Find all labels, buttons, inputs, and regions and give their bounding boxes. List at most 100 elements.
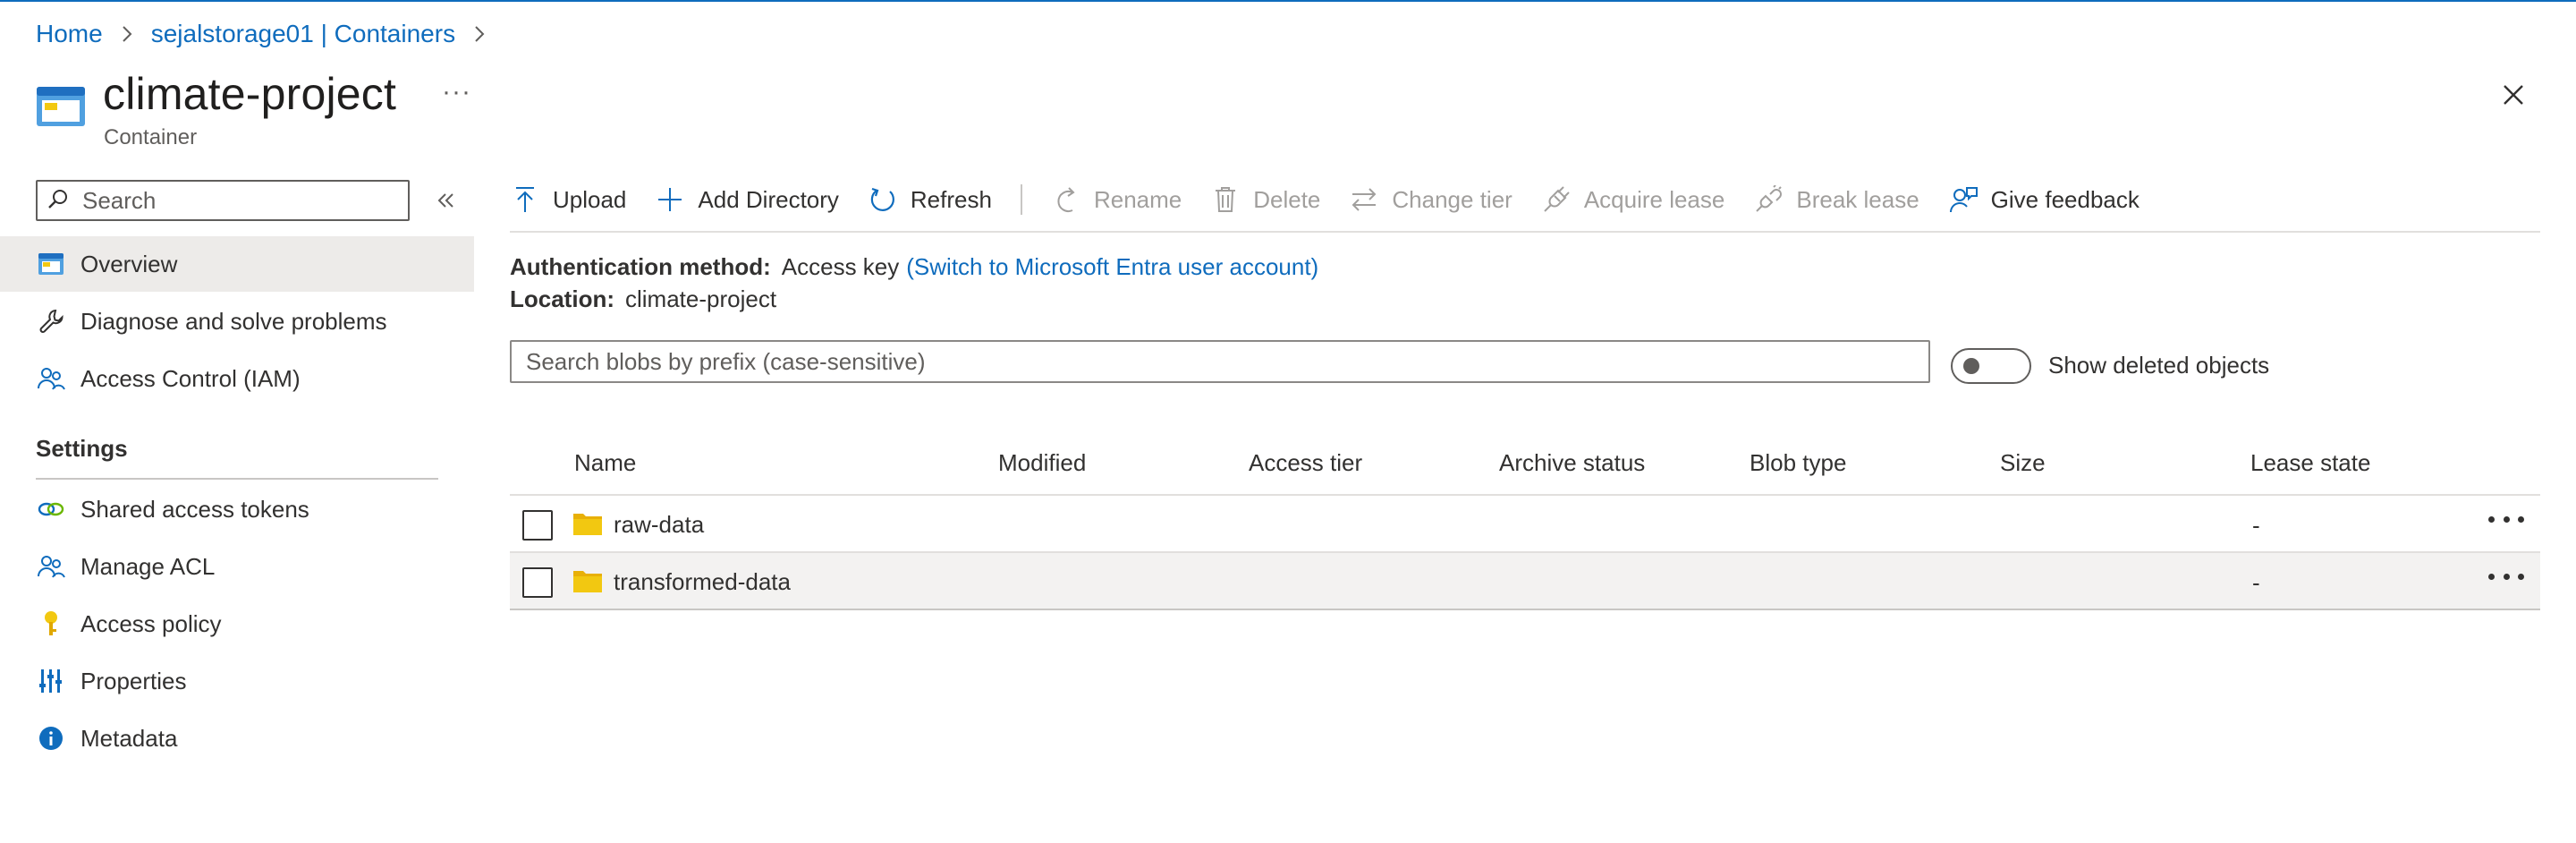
properties-icon (36, 666, 66, 696)
double-chevron-left-icon (437, 193, 453, 208)
more-options-button[interactable]: ··· (442, 77, 471, 107)
auth-method-value: Access key (781, 253, 900, 280)
column-header-name[interactable]: Name (574, 449, 636, 477)
feedback-icon (1948, 184, 1979, 215)
collapse-sidebar-button[interactable] (433, 187, 460, 214)
sidebar-item-properties[interactable]: Properties (0, 653, 474, 709)
location-value: climate-project (625, 285, 777, 312)
folder-icon (572, 511, 603, 536)
change-tier-button[interactable]: Change tier (1349, 184, 1513, 215)
link-icon (36, 494, 66, 524)
table-row[interactable]: transformed-data - (510, 553, 2540, 610)
delete-label: Delete (1253, 185, 1321, 213)
chevron-right-icon (473, 24, 486, 44)
people-icon (36, 363, 66, 394)
breadcrumb-home[interactable]: Home (36, 20, 103, 48)
command-bar: Upload Add Directory Refresh Rename Dele… (510, 175, 2168, 224)
add-directory-button[interactable]: Add Directory (655, 184, 839, 215)
column-header-archive-status[interactable]: Archive status (1499, 449, 1645, 477)
break-lease-label: Break lease (1796, 185, 1919, 213)
search-icon (47, 187, 70, 215)
breadcrumb: Home sejalstorage01 | Containers (36, 20, 504, 48)
rename-button[interactable]: Rename (1051, 184, 1182, 215)
page-title: climate-project (103, 69, 397, 119)
add-directory-label: Add Directory (698, 185, 839, 213)
row-lease-state: - (2252, 512, 2260, 539)
sidebar-item-shared-access-tokens[interactable]: Shared access tokens (0, 481, 474, 537)
sidebar-item-label: Properties (80, 667, 187, 694)
toolbar-divider-line (510, 231, 2540, 233)
people-icon (36, 551, 66, 582)
sidebar-item-label: Access policy (80, 609, 222, 637)
close-icon (2504, 85, 2523, 105)
row-name[interactable]: raw-data (614, 511, 704, 539)
row-name[interactable]: transformed-data (614, 568, 791, 596)
column-header-size[interactable]: Size (2000, 449, 2046, 477)
trash-icon (1210, 184, 1241, 215)
refresh-icon (868, 184, 898, 215)
upload-button[interactable]: Upload (510, 184, 626, 215)
top-accent-line (0, 0, 2576, 2)
info-icon (36, 723, 66, 754)
sidebar-item-label: Manage ACL (80, 552, 216, 580)
row-checkbox[interactable] (522, 567, 553, 598)
sidebar-search-input[interactable]: Search (36, 180, 410, 221)
container-icon (36, 249, 66, 279)
acquire-lease-label: Acquire lease (1583, 185, 1725, 213)
column-header-blob-type[interactable]: Blob type (1750, 449, 1846, 477)
close-button[interactable] (2496, 77, 2531, 113)
show-deleted-toggle[interactable] (1951, 348, 2031, 384)
sidebar-item-diagnose[interactable]: Diagnose and solve problems (0, 294, 474, 349)
settings-heading: Settings (36, 435, 128, 462)
blob-prefix-search-input[interactable]: Search blobs by prefix (case-sensitive) (510, 340, 1930, 383)
row-more-button[interactable] (2488, 503, 2524, 535)
folder-icon (572, 568, 603, 593)
toolbar-divider (1020, 184, 1022, 215)
row-checkbox[interactable] (522, 510, 553, 541)
sidebar-item-label: Shared access tokens (80, 495, 309, 523)
blob-search-placeholder: Search blobs by prefix (case-sensitive) (526, 347, 926, 375)
toggle-knob (1963, 358, 1979, 374)
upload-label: Upload (553, 185, 627, 213)
sidebar-item-metadata[interactable]: Metadata (0, 711, 474, 766)
column-header-modified[interactable]: Modified (998, 449, 1086, 477)
table-row[interactable]: raw-data - (510, 496, 2540, 553)
unplug-icon (1753, 184, 1784, 215)
change-tier-label: Change tier (1392, 185, 1513, 213)
container-icon (36, 86, 86, 127)
give-feedback-label: Give feedback (1990, 185, 2140, 213)
rename-icon (1051, 184, 1081, 215)
auth-method-line: Authentication method: Access key (Switch … (510, 253, 1318, 281)
switch-auth-link[interactable]: (Switch to Microsoft Entra user account) (906, 253, 1318, 280)
breadcrumb-containers[interactable]: sejalstorage01 | Containers (151, 20, 455, 48)
location-label: Location: (510, 285, 614, 312)
give-feedback-button[interactable]: Give feedback (1948, 184, 2140, 215)
sidebar-item-label: Overview (80, 250, 178, 277)
refresh-button[interactable]: Refresh (868, 184, 992, 215)
chevron-right-icon (121, 24, 133, 44)
plus-icon (655, 184, 685, 215)
break-lease-button[interactable]: Break lease (1753, 184, 1919, 215)
sidebar-item-access-control[interactable]: Access Control (IAM) (0, 351, 474, 406)
plug-icon (1541, 184, 1572, 215)
sidebar-search-placeholder: Search (82, 186, 157, 214)
wrench-icon (36, 306, 66, 336)
refresh-label: Refresh (910, 185, 992, 213)
auth-method-label: Authentication method: (510, 253, 771, 280)
settings-divider (36, 478, 438, 480)
sidebar-item-label: Diagnose and solve problems (80, 307, 387, 335)
row-lease-state: - (2252, 569, 2260, 596)
swap-arrows-icon (1349, 184, 1379, 215)
row-more-button[interactable] (2488, 560, 2524, 592)
column-header-lease-state[interactable]: Lease state (2250, 449, 2370, 477)
sidebar-item-manage-acl[interactable]: Manage ACL (0, 539, 474, 594)
delete-button[interactable]: Delete (1210, 184, 1320, 215)
column-header-access-tier[interactable]: Access tier (1249, 449, 1362, 477)
sidebar-item-access-policy[interactable]: Access policy (0, 596, 474, 651)
location-line: Location: climate-project (510, 285, 776, 313)
key-icon (36, 609, 66, 639)
acquire-lease-button[interactable]: Acquire lease (1541, 184, 1725, 215)
page-subtitle: Container (104, 125, 198, 149)
rename-label: Rename (1093, 185, 1182, 213)
sidebar-item-overview[interactable]: Overview (0, 236, 474, 292)
